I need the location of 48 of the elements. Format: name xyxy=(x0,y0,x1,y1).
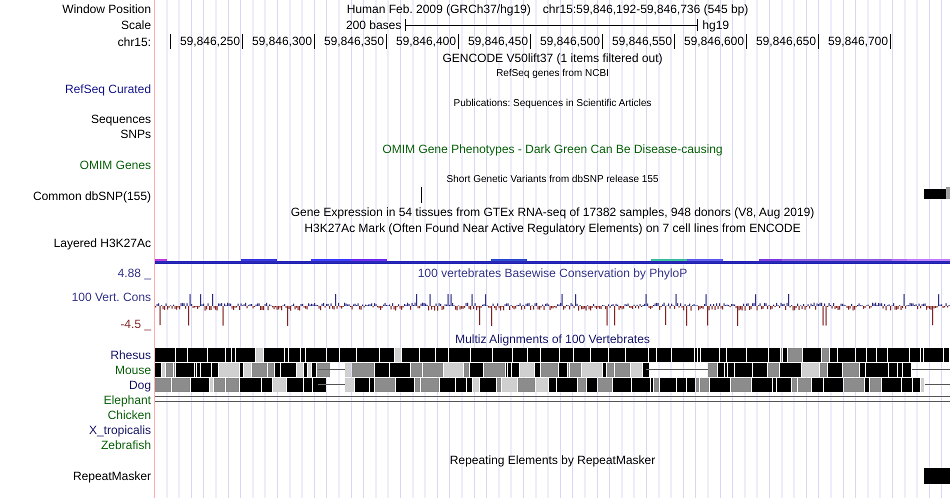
ruler-position: 59,846,650 xyxy=(747,34,819,49)
track-label[interactable]: Window Position xyxy=(62,2,151,16)
track-title: GENCODE V50lift37 (1 items filtered out) xyxy=(442,51,663,65)
track-label[interactable]: Mouse xyxy=(114,362,151,376)
track-label[interactable]: Sequences xyxy=(90,112,151,126)
track-title: OMIM Gene Phenotypes - Dark Green Can Be Disease-causing xyxy=(382,142,723,156)
ruler-position: 59,846,300 xyxy=(243,34,315,49)
position-range: chr15:59,846,192-59,846,736 (545 bp) xyxy=(542,2,748,16)
repeat-element[interactable] xyxy=(924,468,950,484)
track-label[interactable]: 100 Vert. Cons xyxy=(72,290,151,304)
track-title: Repeating Elements by RepeatMasker xyxy=(450,453,656,467)
track-label[interactable]: OMIM Genes xyxy=(80,158,151,172)
track-label[interactable]: RefSeq Curated xyxy=(64,82,151,96)
track-label[interactable]: Chicken xyxy=(108,408,151,422)
track-label[interactable]: Common dbSNP(155) xyxy=(32,188,151,202)
track-label[interactable]: Scale xyxy=(120,18,151,32)
ruler-position: 59,846,500 xyxy=(531,34,603,49)
axis-max-label: 4.88 _ xyxy=(118,266,151,280)
track-title: Gene Expression in 54 tissues from GTEx RNA-seq of 17382 samples, 948 donors (V8, Aug 2019) xyxy=(290,205,814,219)
track-title: RefSeq genes from NCBI xyxy=(496,68,609,80)
ruler-tick xyxy=(170,34,171,49)
variant-mark[interactable] xyxy=(421,187,422,203)
track-title: Publications: Sequences in Scientific Articles xyxy=(454,98,652,110)
track-label[interactable]: Layered H3K27Ac xyxy=(54,236,151,250)
ruler-position: 59,846,450 xyxy=(459,34,531,49)
ruler-position: 59,846,700 xyxy=(819,34,891,49)
assembly-name: hg19 xyxy=(702,18,730,32)
scale-length: 200 bases xyxy=(346,18,402,32)
ruler-position: 59,846,550 xyxy=(603,34,675,49)
track-label[interactable]: X_tropicalis xyxy=(88,422,151,436)
track-title: Multiz Alignments of 100 Vertebrates xyxy=(455,332,650,346)
track-label[interactable]: Zebrafish xyxy=(100,438,151,452)
track-title: Short Genetic Variants from dbSNP release 155 xyxy=(446,174,658,186)
ruler-position: 59,846,400 xyxy=(387,34,459,49)
track-title: H3K27Ac Mark (Often Found Near Active Regulatory Elements) on 7 cell lines from ENCODE xyxy=(304,221,801,235)
axis-min-label: -4.5 _ xyxy=(120,317,151,331)
ruler-position: 59,846,600 xyxy=(675,34,747,49)
track-label[interactable]: RepeatMasker xyxy=(72,469,151,483)
track-label[interactable]: Rhesus xyxy=(110,348,151,362)
track-label[interactable]: SNPs xyxy=(120,126,151,140)
track-title: 100 vertebrates Basewise Conservation by PhyloP xyxy=(418,266,688,280)
ruler-position: 59,846,250 xyxy=(171,34,243,49)
assembly-title: Human Feb. 2009 (GRCh37/hg19) xyxy=(346,2,531,16)
track-label[interactable]: Elephant xyxy=(104,392,151,406)
track-label[interactable]: Dog xyxy=(128,378,151,392)
variant-block[interactable] xyxy=(924,187,950,199)
track-label[interactable]: chr15: xyxy=(118,34,151,48)
ruler-position: 59,846,350 xyxy=(315,34,387,49)
